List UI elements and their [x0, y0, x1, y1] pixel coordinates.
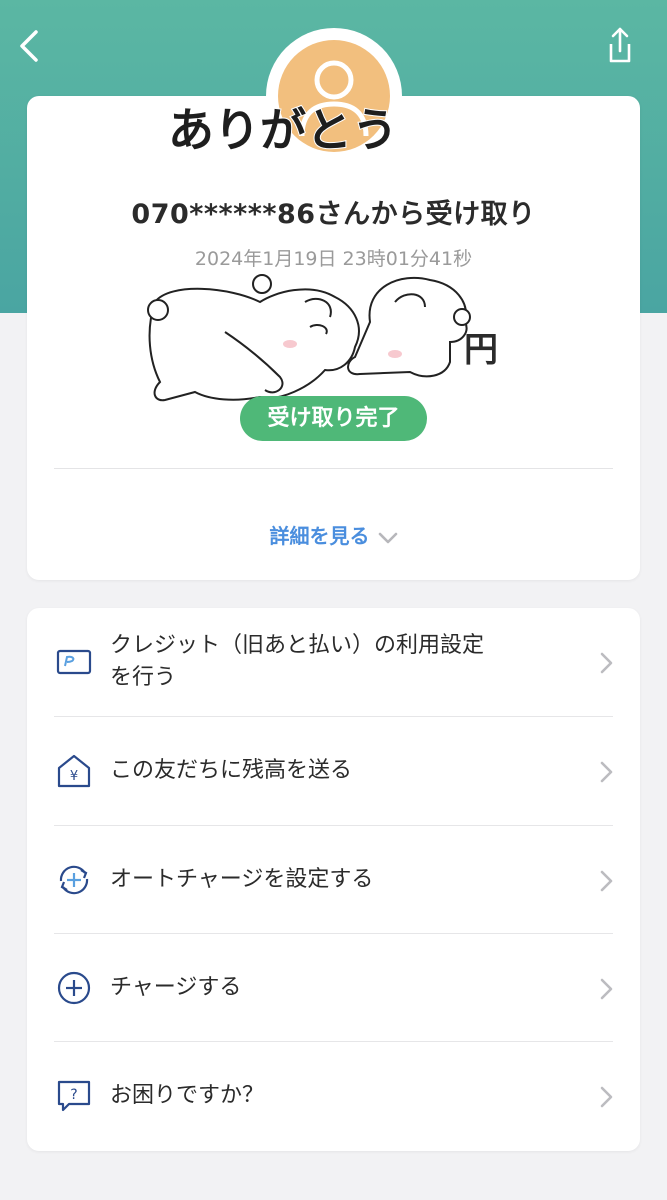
- share-icon: [609, 27, 631, 63]
- auto-charge-item[interactable]: オートチャージを設定する: [27, 826, 640, 934]
- charge-item[interactable]: チャージする: [27, 934, 640, 1042]
- auto-charge-icon: [59, 865, 89, 895]
- chevron-right-icon: [600, 761, 613, 783]
- credit-settings-label-line2: を行う: [110, 665, 177, 690]
- send-balance-item[interactable]: ¥ この友だちに残高を送る: [27, 717, 640, 825]
- sleeping-bears-sticker: [147, 274, 471, 402]
- auto-charge-label: オートチャージを設定する: [110, 867, 374, 892]
- chevron-right-icon: [600, 870, 613, 892]
- help-label: お困りですか？: [110, 1083, 265, 1108]
- plus-circle-icon: [57, 971, 91, 1005]
- chevron-right-icon: [600, 652, 613, 674]
- chevron-left-icon: [20, 30, 38, 62]
- help-chat-icon: ?: [57, 1080, 91, 1112]
- send-balance-label: この友だちに残高を送る: [110, 758, 353, 783]
- chevron-right-icon: [600, 1086, 613, 1108]
- svg-text:¥: ¥: [70, 769, 78, 784]
- credit-settings-item[interactable]: クレジット（旧あと払い）の利用設定 を行う: [27, 608, 640, 716]
- svg-text:ありがとう: ありがとう: [168, 103, 398, 157]
- help-item[interactable]: ? お困りですか？: [27, 1042, 640, 1150]
- yen-house-icon: ¥: [57, 754, 91, 788]
- chevron-right-icon: [600, 978, 613, 1000]
- divider: [54, 468, 613, 469]
- view-details-button[interactable]: 詳細を見る: [0, 520, 667, 549]
- credit-settings-label: クレジット（旧あと払い）の利用設定 を行う: [110, 630, 550, 694]
- chevron-down-icon: [378, 532, 397, 543]
- share-button[interactable]: [598, 24, 642, 68]
- credit-settings-label-line1: クレジット（旧あと払い）の利用設定: [110, 633, 485, 658]
- view-details-label: 詳細を見る: [269, 524, 370, 548]
- back-button[interactable]: [8, 24, 48, 68]
- charge-label: チャージする: [110, 975, 242, 1000]
- status-badge: 受け取り完了: [240, 396, 427, 441]
- svg-text:?: ?: [70, 1087, 77, 1103]
- thank-you-sticker: ありがとう: [168, 102, 399, 158]
- transaction-title: 070******86さんから受け取り: [131, 199, 536, 230]
- credit-card-icon: [56, 649, 92, 675]
